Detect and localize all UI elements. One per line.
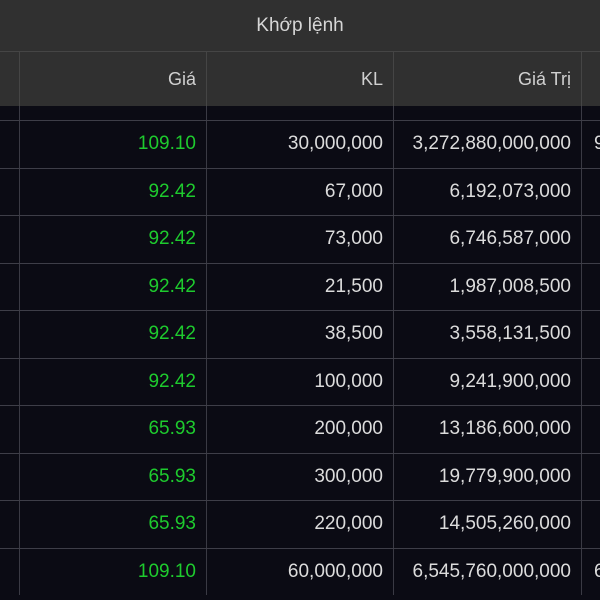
column-header-left-partial (0, 52, 19, 106)
table-row[interactable]: 65.93 200,000 13,186,600,000 (0, 405, 600, 453)
table-row[interactable]: 65.93 300,000 19,779,900,000 (0, 452, 600, 501)
column-header-value-label: Giá Trị (517, 68, 571, 89)
volume-cell: 67,000 (206, 168, 393, 215)
next-column-partial-cell (581, 216, 600, 263)
volume-cell: 38,500 (206, 311, 393, 358)
row-left-partial-cell (0, 311, 19, 358)
next-column-partial-cell (581, 501, 600, 548)
next-column-partial-cell (581, 406, 600, 453)
volume-cell: 73,000 (206, 216, 393, 263)
volume-cell: 60,000,000 (206, 548, 393, 595)
matched-orders-table-body: 109.1030,000,0003,272,880,000,000992.426… (0, 120, 600, 595)
next-column-partial-cell (581, 311, 600, 358)
value-cell: 3,558,131,500 (393, 311, 581, 358)
price-cell: 65.93 (19, 501, 206, 548)
row-left-partial-cell (0, 406, 19, 453)
volume-cell: 21,500 (206, 263, 393, 310)
price-cell: 92.42 (19, 168, 206, 215)
table-row[interactable]: 92.42 67,000 6,192,073,000 (0, 167, 600, 216)
volume-cell: 30,000,000 (206, 121, 393, 168)
price-cell: 65.93 (19, 453, 206, 500)
price-cell: 92.42 (19, 311, 206, 358)
value-cell: 9,241,900,000 (393, 358, 581, 405)
next-column-partial-cell (581, 263, 600, 310)
row-left-partial-cell (0, 216, 19, 263)
matched-orders-panel: Khớp lệnh Giá KL Giá Trị 109.10 30,000,00… (0, 0, 600, 600)
row-left-partial-cell (0, 359, 19, 406)
value-cell: 6,192,073,000 (393, 168, 581, 215)
column-separator (393, 106, 394, 120)
value-cell: 6,545,760,000,000 (393, 548, 581, 595)
price-cell: 92.42 (19, 216, 206, 263)
column-header-right-partial (581, 52, 600, 106)
table-row[interactable]: 109.1030,000,0003,272,880,000,0009 (0, 120, 600, 168)
volume-cell: 300,000 (206, 453, 393, 500)
row-left-partial-cell (0, 549, 19, 596)
column-separator (581, 106, 582, 120)
row-left-partial-cell (0, 501, 19, 548)
table-row[interactable]: 92.42 100,000 9,241,900,000 (0, 357, 600, 406)
value-cell: 1,987,008,500 (393, 263, 581, 310)
next-column-partial-cell (581, 168, 600, 215)
price-cell: 109.10 (19, 548, 206, 595)
table-row[interactable]: 65.93 220,000 14,505,260,000 (0, 500, 600, 548)
row-left-partial-cell (0, 121, 19, 168)
table-row[interactable]: 92.42 73,000 6,746,587,000 (0, 215, 600, 263)
row-left-partial-cell (0, 169, 19, 216)
column-header-volume-label: KL (360, 68, 383, 89)
next-column-partial-cell (581, 453, 600, 500)
value-cell: 6,746,587,000 (393, 216, 581, 263)
price-cell: 109.10 (19, 121, 206, 168)
row-left-partial-cell (0, 454, 19, 501)
next-column-partial-cell (581, 358, 600, 405)
group-header-title: Khớp lệnh (256, 14, 344, 36)
row-left-partial-cell (0, 264, 19, 311)
column-separator (206, 106, 207, 120)
table-row[interactable]: 92.42 38,500 3,558,131,500 (0, 310, 600, 358)
table-row[interactable]: 109.1060,000,0006,545,760,000,0006 (0, 547, 600, 596)
column-header-price[interactable]: Giá (19, 52, 206, 106)
volume-cell: 100,000 (206, 358, 393, 405)
column-header-value[interactable]: Giá Trị (393, 52, 581, 106)
column-separator (19, 106, 20, 120)
header-body-gap (0, 106, 600, 120)
column-header-row: Giá KL Giá Trị (0, 52, 600, 106)
value-cell: 13,186,600,000 (393, 406, 581, 453)
next-column-partial-cell: 6 (581, 548, 600, 595)
price-cell: 65.93 (19, 406, 206, 453)
column-header-volume[interactable]: KL (206, 52, 393, 106)
volume-cell: 200,000 (206, 406, 393, 453)
table-row[interactable]: 92.42 21,500 1,987,008,500 (0, 262, 600, 311)
value-cell: 3,272,880,000,000 (393, 121, 581, 168)
value-cell: 14,505,260,000 (393, 501, 581, 548)
price-cell: 92.42 (19, 358, 206, 405)
group-header-matched-orders: Khớp lệnh (0, 0, 600, 52)
next-column-partial-cell: 9 (581, 121, 600, 168)
value-cell: 19,779,900,000 (393, 453, 581, 500)
price-cell: 92.42 (19, 263, 206, 310)
volume-cell: 220,000 (206, 501, 393, 548)
column-header-price-label: Giá (167, 68, 196, 89)
